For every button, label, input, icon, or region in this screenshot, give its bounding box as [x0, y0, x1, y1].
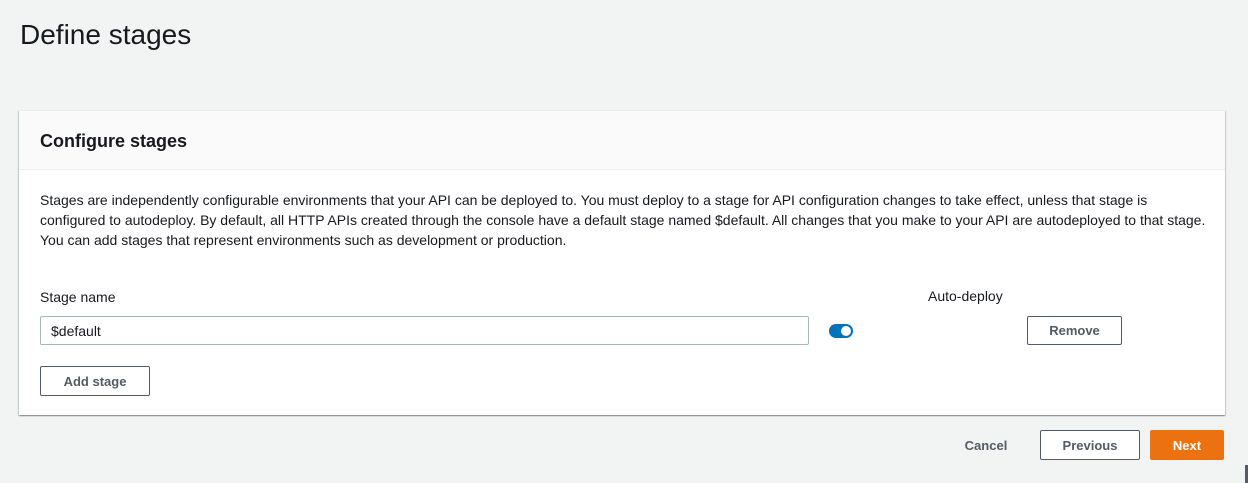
toggle-knob [841, 326, 851, 336]
stage-name-label: Stage name [40, 289, 116, 305]
cancel-button[interactable]: Cancel [953, 430, 1019, 460]
auto-deploy-label: Auto-deploy [928, 288, 1003, 304]
remove-stage-button[interactable]: Remove [1027, 316, 1122, 345]
stage-name-input[interactable] [40, 316, 809, 345]
configure-stages-panel: Configure stages Stages are independentl… [19, 110, 1225, 415]
page-title: Define stages [20, 19, 192, 50]
next-button[interactable]: Next [1150, 430, 1224, 460]
add-stage-button[interactable]: Add stage [40, 366, 150, 396]
panel-header: Configure stages [19, 111, 1225, 170]
panel-title: Configure stages [40, 131, 188, 151]
auto-deploy-toggle[interactable] [829, 324, 853, 338]
previous-button[interactable]: Previous [1040, 430, 1140, 460]
panel-description: Stages are independently configurable en… [40, 192, 1206, 248]
